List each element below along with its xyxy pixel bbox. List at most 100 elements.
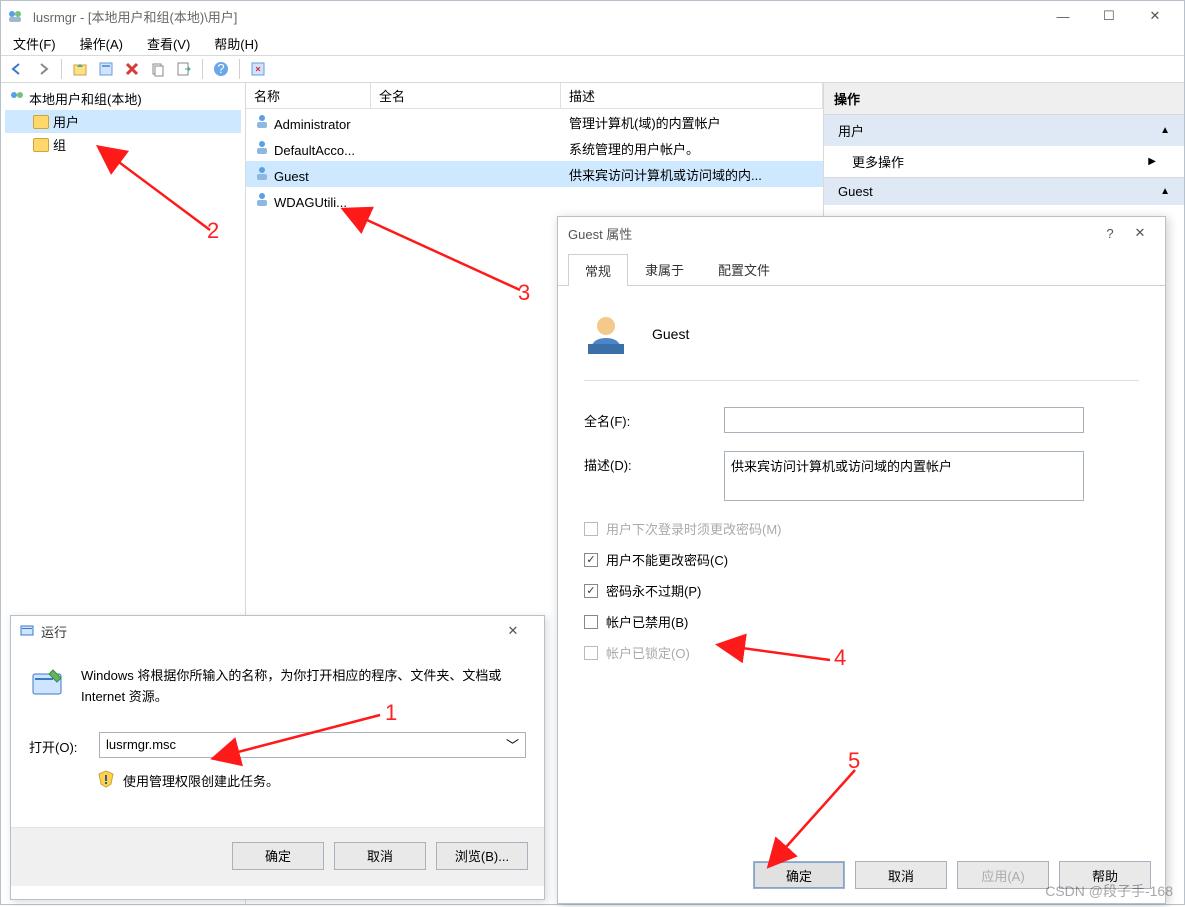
svg-text:?: ? [217,61,224,76]
col-header-fullname[interactable]: 全名 [371,83,561,108]
run-dialog: 运行 ✕ Windows 将根据你所输入的名称，为你打开相应的程序、文件夹、文档… [10,615,545,900]
tree-node-groups[interactable]: 组 [5,133,241,156]
folder-icon [33,138,49,152]
user-icon [254,165,270,181]
prop-titlebar: Guest 属性 ? ✕ [558,217,1165,249]
col-header-desc[interactable]: 描述 [561,83,823,108]
chk-locked: 帐户已锁定(O) [584,643,1139,662]
export-icon[interactable] [172,57,196,81]
col-header-name[interactable]: 名称 [246,83,371,108]
run-close-button[interactable]: ✕ [490,616,536,646]
annotation-2: 2 [207,218,219,244]
tree-root-label: 本地用户和组(本地) [29,89,142,108]
action-section-guest[interactable]: Guest▲ [824,177,1184,205]
run-shield-note: 使用管理权限创建此任务。 [123,771,279,790]
annotation-4: 4 [834,645,846,671]
tab-general[interactable]: 常规 [568,254,628,286]
run-open-label: 打开(O): [29,733,89,756]
menu-file[interactable]: 文件(F) [9,32,60,55]
checkbox-icon [584,615,598,629]
list-row-wdagutility[interactable]: WDAGUtili... [246,187,823,213]
annotation-1: 1 [385,700,397,726]
minimize-button[interactable]: — [1040,1,1086,31]
run-browse-button[interactable]: 浏览(B)... [436,842,528,870]
annotation-3: 3 [518,280,530,306]
users-groups-icon [9,89,25,108]
checkbox-icon [584,646,598,660]
action-pane-title: 操作 [824,83,1184,115]
action-more[interactable]: 更多操作▶ [824,146,1184,177]
back-button[interactable] [5,57,29,81]
watermark: CSDN @段子手-168 [1045,881,1173,901]
run-cancel-button[interactable]: 取消 [334,842,426,870]
tab-memberof[interactable]: 隶属于 [628,253,701,285]
prop-username: Guest [652,326,689,342]
checkbox-icon: ✓ [584,584,598,598]
list-row-administrator[interactable]: Administrator 管理计算机(域)的内置帐户 [246,109,823,135]
up-icon[interactable] [68,57,92,81]
user-icon [254,113,270,129]
prop-apply-button[interactable]: 应用(A) [957,861,1049,889]
run-open-combobox[interactable]: lusrmgr.msc ﹀ [99,732,526,758]
run-open-value: lusrmgr.msc [106,737,176,752]
run-title: 运行 [35,622,490,641]
delete-icon[interactable] [120,57,144,81]
run-titlebar: 运行 ✕ [11,616,544,646]
properties-icon[interactable] [94,57,118,81]
prop-cancel-button[interactable]: 取消 [855,861,947,889]
tree-root[interactable]: 本地用户和组(本地) [5,87,241,110]
mmc-titlebar: lusrmgr - [本地用户和组(本地)\用户] — ☐ ✕ [1,1,1184,31]
action-section-users[interactable]: 用户▲ [824,115,1184,146]
chk-disabled[interactable]: 帐户已禁用(B) [584,612,1139,631]
run-program-icon [29,666,65,702]
checkbox-icon [584,522,598,536]
desc-label: 描述(D): [584,451,714,474]
prop-tabs: 常规 隶属于 配置文件 [558,249,1165,286]
list-row-guest[interactable]: Guest 供来宾访问计算机或访问域的内... [246,161,823,187]
guest-properties-dialog: Guest 属性 ? ✕ 常规 隶属于 配置文件 Guest 全名(F): 描述… [557,216,1166,904]
checkbox-icon: ✓ [584,553,598,567]
app-icon [7,8,23,24]
run-message: Windows 将根据你所输入的名称，为你打开相应的程序、文件夹、文档或 Int… [81,666,526,708]
refresh-icon[interactable] [246,57,270,81]
menu-bar: 文件(F) 操作(A) 查看(V) 帮助(H) [1,31,1184,55]
user-icon [254,191,270,207]
chk-must-change: 用户下次登录时须更改密码(M) [584,519,1139,538]
desc-field[interactable]: 供来宾访问计算机或访问域的内置帐户 [724,451,1084,501]
prop-title: Guest 属性 [568,224,1095,243]
close-button[interactable]: ✕ [1132,1,1178,31]
user-large-icon [584,312,628,356]
window-title: lusrmgr - [本地用户和组(本地)\用户] [29,7,1040,26]
list-header: 名称 全名 描述 [246,83,823,109]
chevron-right-icon: ▶ [1148,156,1156,167]
user-icon [254,139,270,155]
prop-help-button[interactable]: ? [1095,218,1125,248]
help-icon[interactable]: ? [209,57,233,81]
folder-icon [33,115,49,129]
tree-groups-label: 组 [53,135,66,154]
run-app-icon [19,622,35,641]
annotation-5: 5 [848,748,860,774]
maximize-button[interactable]: ☐ [1086,1,1132,31]
prop-ok-button[interactable]: 确定 [753,861,845,889]
run-ok-button[interactable]: 确定 [232,842,324,870]
forward-button[interactable] [31,57,55,81]
list-row-defaultaccount[interactable]: DefaultAcco... 系统管理的用户帐户。 [246,135,823,161]
collapse-icon: ▲ [1160,186,1170,197]
shield-icon [97,770,115,791]
chevron-down-icon: ﹀ [506,735,519,754]
toolbar: ? [1,55,1184,83]
tree-users-label: 用户 [53,112,79,131]
fullname-label: 全名(F): [584,407,714,430]
chk-cannot-change[interactable]: ✓ 用户不能更改密码(C) [584,550,1139,569]
fullname-field[interactable] [724,407,1084,433]
menu-action[interactable]: 操作(A) [76,32,127,55]
chk-never-expire[interactable]: ✓ 密码永不过期(P) [584,581,1139,600]
copy-icon[interactable] [146,57,170,81]
tab-profile[interactable]: 配置文件 [701,253,787,285]
tree-node-users[interactable]: 用户 [5,110,241,133]
menu-view[interactable]: 查看(V) [143,32,194,55]
menu-help[interactable]: 帮助(H) [210,32,262,55]
prop-close-button[interactable]: ✕ [1125,218,1155,248]
collapse-icon: ▲ [1160,125,1170,136]
